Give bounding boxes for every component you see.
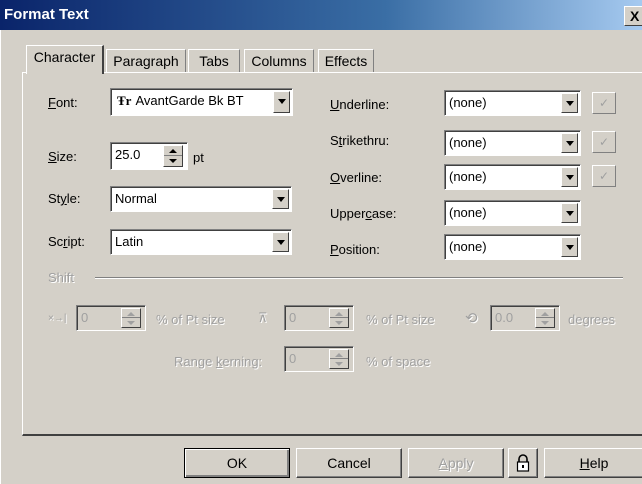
tab-paragraph[interactable]: Paragraph [106,49,186,73]
size-spinner[interactable] [163,145,183,167]
range-kerning-label: Range kerning: [174,354,263,369]
underline-dropdown-arrow-icon[interactable] [561,93,578,113]
spin-up-icon[interactable] [330,309,348,318]
size-label: Size: [48,149,77,164]
range-kerning-input[interactable]: 0 [284,346,354,372]
horizontal-shift-icon: ×→| [48,313,67,324]
range-kerning-value: 0 [289,351,297,366]
position-dropdown-arrow-icon[interactable] [561,237,578,257]
size-unit: pt [193,150,204,165]
range-kerning-spinner[interactable] [329,349,349,369]
strikethru-select[interactable]: (none) [444,130,581,156]
script-dropdown-arrow-icon[interactable] [272,232,289,252]
close-button[interactable]: X [624,6,642,26]
script-select[interactable]: Latin [110,229,292,255]
style-select[interactable]: Normal [110,186,292,212]
range-kerning-unit: % of space [366,354,431,369]
lock-button[interactable] [508,448,538,478]
position-select[interactable]: (none) [444,234,581,260]
spin-up-icon[interactable] [536,309,554,318]
tab-columns[interactable]: Columns [244,49,314,73]
uppercase-label: Uppercase: [330,206,397,221]
horizontal-shift-input[interactable]: 0 [76,305,146,331]
spin-up-icon[interactable] [122,309,140,318]
vertical-shift-spinner[interactable] [329,308,349,328]
strikethru-label: Strikethru: [330,133,390,148]
size-input[interactable]: 25.0 [110,142,188,170]
lock-icon [516,454,530,472]
vertical-shift-unit: % of Pt size [366,312,435,327]
overline-settings-button[interactable]: ✓ [592,165,616,187]
rotation-value: 0.0 [495,310,514,325]
horizontal-shift-spinner[interactable] [121,308,141,328]
font-label: Font: [48,95,78,110]
tab-character[interactable]: Character [26,45,104,74]
spin-down-icon[interactable] [330,359,348,368]
strikethru-settings-button[interactable]: ✓ [592,131,616,153]
spin-down-icon[interactable] [536,318,554,327]
strikethru-dropdown-arrow-icon[interactable] [561,133,578,153]
rotation-input[interactable]: 0.0 [490,305,560,331]
style-value: Normal [115,191,157,206]
rotation-unit: degrees [568,312,615,327]
strikethru-value: (none) [449,135,487,150]
window-edge [0,30,3,484]
script-value: Latin [115,234,144,249]
dialog-title: Format Text [4,6,89,23]
vertical-shift-input[interactable]: 0 [284,305,354,331]
font-select[interactable]: Ŧr AvantGarde Bk BT [110,88,293,116]
underline-settings-button[interactable]: ✓ [592,92,616,114]
font-value: AvantGarde Bk BT [135,93,244,108]
ok-button[interactable]: OK [184,448,290,478]
rotation-spinner[interactable] [535,308,555,328]
uppercase-dropdown-arrow-icon[interactable] [561,203,578,223]
underline-label: Underline: [330,97,390,112]
overline-dropdown-arrow-icon[interactable] [561,167,578,187]
tab-effects[interactable]: Effects [318,49,374,73]
cancel-button[interactable]: Cancel [296,448,402,478]
size-value: 25.0 [115,147,141,162]
style-label: Style: [48,191,81,206]
rotation-icon: ⟲ [465,310,478,327]
style-dropdown-arrow-icon[interactable] [272,189,289,209]
spin-down-icon[interactable] [122,318,140,327]
vertical-shift-value: 0 [289,310,297,325]
underline-value: (none) [449,95,487,110]
help-button[interactable]: Help [544,448,642,478]
spin-down-icon[interactable] [330,318,348,327]
overline-label: Overline: [330,170,383,185]
shift-group-label: Shift [48,270,75,285]
horizontal-shift-value: 0 [81,310,89,325]
shift-group-divider [95,277,623,279]
uppercase-select[interactable]: (none) [444,200,581,226]
format-text-dialog: Format Text X Character Paragraph Tabs C… [0,0,642,484]
font-dropdown-arrow-icon[interactable] [273,91,290,113]
horizontal-shift-unit: % of Pt size [156,312,225,327]
apply-button[interactable]: Apply [408,448,504,478]
spin-up-icon[interactable] [330,350,348,359]
position-value: (none) [449,239,487,254]
overline-value: (none) [449,169,487,184]
position-label: Position: [330,242,380,257]
truetype-font-icon: Ŧr [117,93,132,108]
vertical-shift-icon: ⊼ [258,310,268,325]
script-label: Script: [48,234,85,249]
underline-select[interactable]: (none) [444,90,581,116]
overline-select[interactable]: (none) [444,164,581,190]
title-bar[interactable]: Format Text X [0,0,642,30]
uppercase-value: (none) [449,205,487,220]
spin-up-icon[interactable] [164,146,182,156]
spin-down-icon[interactable] [164,156,182,166]
tab-tabs[interactable]: Tabs [188,49,240,73]
